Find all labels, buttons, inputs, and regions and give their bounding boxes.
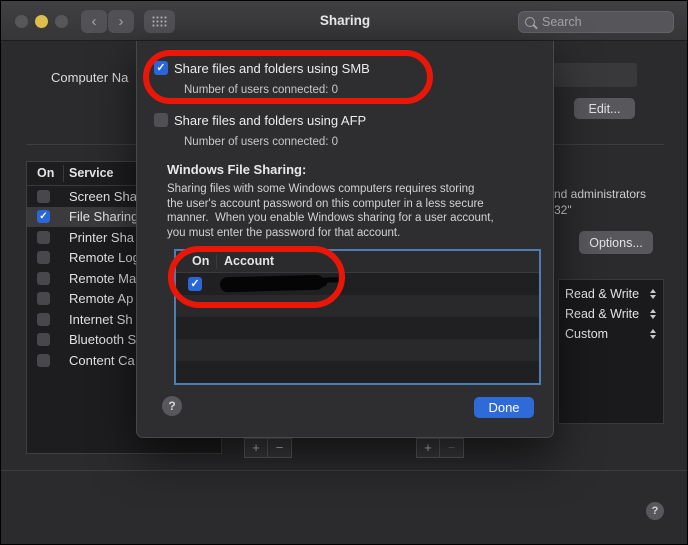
size-text: 32" — [554, 203, 572, 217]
divider — [1, 470, 688, 471]
window-title: Sharing — [281, 13, 409, 28]
empty-row — [176, 295, 539, 317]
description-line: the user's account password on this comp… — [167, 197, 547, 212]
service-label: Screen Sha — [69, 189, 137, 204]
stepper-arrows-icon[interactable] — [650, 289, 656, 299]
empty-row — [176, 339, 539, 361]
minimize-button[interactable] — [35, 15, 48, 28]
stepper-arrows-icon[interactable] — [650, 309, 656, 319]
account-checkbox[interactable]: ✓ — [188, 277, 202, 291]
service-label: File Sharing — [69, 209, 138, 224]
column-divider — [216, 254, 217, 269]
service-checkbox[interactable] — [37, 354, 50, 367]
column-header-service: Service — [69, 166, 113, 180]
computer-name-field[interactable] — [552, 63, 637, 87]
zoom-button[interactable] — [55, 15, 68, 28]
chevron-right-icon: › — [119, 13, 124, 30]
window-titlebar: ‹ › Sharing — [1, 1, 688, 41]
remove-button[interactable]: − — [440, 439, 463, 457]
file-sharing-options-sheet: ✓ Share files and folders using SMB Numb… — [136, 41, 554, 438]
remove-button[interactable]: − — [268, 439, 291, 457]
service-label: Remote Log — [69, 250, 140, 265]
edit-button[interactable]: Edit... — [574, 98, 635, 119]
close-button[interactable] — [15, 15, 28, 28]
done-button[interactable]: Done — [474, 397, 534, 418]
service-checkbox[interactable] — [37, 292, 50, 305]
windows-file-sharing-title: Windows File Sharing: — [167, 162, 306, 177]
search-field[interactable] — [518, 11, 674, 33]
show-all-button[interactable] — [144, 10, 175, 33]
column-header-on: On — [192, 254, 209, 268]
account-table: On Account ✓ — [174, 249, 541, 385]
column-header-account: Account — [224, 254, 274, 268]
service-checkbox[interactable] — [37, 231, 50, 244]
description-line: you must enter the password for that acc… — [167, 226, 547, 241]
service-label: Remote Ma — [69, 271, 136, 286]
empty-row — [176, 361, 539, 383]
account-row[interactable]: ✓ — [176, 273, 539, 295]
service-label: Remote Ap — [69, 291, 133, 306]
sheet-help-button[interactable]: ? — [162, 396, 182, 416]
check-icon: ✓ — [156, 63, 165, 74]
computer-name-label: Computer Na — [51, 70, 128, 85]
service-label: Printer Sha — [69, 230, 134, 245]
description-line: manner. When you enable Windows sharing … — [167, 211, 547, 226]
add-button[interactable]: + — [417, 439, 440, 457]
service-checkbox[interactable] — [37, 272, 50, 285]
search-icon — [525, 17, 535, 27]
redacted-account-scribble — [220, 275, 324, 293]
service-checkbox[interactable] — [37, 190, 50, 203]
description-line: Sharing files with some Windows computer… — [167, 182, 547, 197]
help-button[interactable]: ? — [646, 502, 664, 520]
afp-checkbox[interactable] — [154, 113, 168, 127]
permission-row[interactable]: Read & Write — [559, 304, 663, 324]
permission-value: Custom — [565, 327, 608, 341]
smb-checkbox-label[interactable]: Share files and folders using SMB — [174, 61, 370, 76]
windows-file-sharing-description: Sharing files with some Windows computer… — [167, 182, 547, 241]
column-header-on: On — [37, 166, 54, 180]
account-table-header: On Account — [176, 251, 539, 273]
empty-row — [176, 317, 539, 339]
afp-checkbox-label[interactable]: Share files and folders using AFP — [174, 113, 366, 128]
smb-checkbox[interactable]: ✓ — [154, 61, 168, 75]
users-permission-list: Read & Write Read & Write Custom — [558, 279, 664, 424]
admin-access-text: nd administrators — [554, 187, 646, 201]
afp-users-connected: Number of users connected: 0 — [184, 136, 338, 148]
forward-button[interactable]: › — [108, 10, 134, 33]
column-divider — [63, 165, 64, 182]
check-icon: ✓ — [190, 279, 199, 290]
service-label: Internet Sh — [69, 312, 133, 327]
back-button[interactable]: ‹ — [81, 10, 107, 33]
permission-value: Read & Write — [565, 307, 639, 321]
permission-value: Read & Write — [565, 287, 639, 301]
options-button[interactable]: Options... — [579, 231, 653, 254]
service-checkbox[interactable] — [37, 251, 50, 264]
service-checkbox[interactable] — [37, 313, 50, 326]
smb-users-connected: Number of users connected: 0 — [184, 84, 338, 96]
grid-icon — [152, 16, 167, 27]
sharing-preferences-window: ‹ › Sharing Computer Na Edit... On — [0, 0, 688, 545]
check-icon: ✓ — [39, 212, 47, 222]
service-label: Content Ca — [69, 353, 135, 368]
chevron-left-icon: ‹ — [92, 13, 97, 30]
add-button[interactable]: + — [245, 439, 268, 457]
permission-row[interactable]: Custom — [559, 324, 663, 344]
service-checkbox[interactable]: ✓ — [37, 210, 50, 223]
users-add-remove-buttons: + − — [416, 438, 464, 458]
folders-add-remove-buttons: + − — [244, 438, 292, 458]
service-checkbox[interactable] — [37, 333, 50, 346]
service-label: Bluetooth S — [69, 332, 136, 347]
search-input[interactable] — [540, 14, 667, 30]
permission-row[interactable]: Read & Write — [559, 284, 663, 304]
stepper-arrows-icon[interactable] — [650, 329, 656, 339]
